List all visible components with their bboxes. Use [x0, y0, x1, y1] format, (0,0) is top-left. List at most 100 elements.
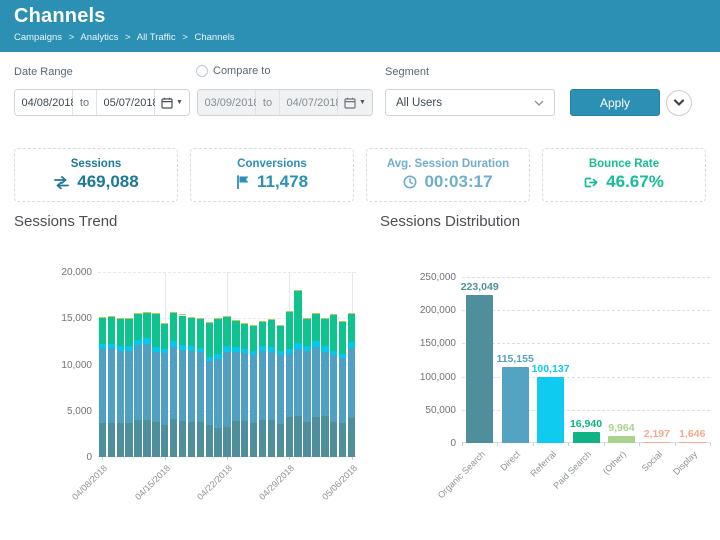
trend-bar-segment[interactable]: [170, 419, 177, 457]
trend-bar-segment[interactable]: [125, 351, 132, 423]
trend-bar-segment[interactable]: [321, 319, 328, 347]
trend-bar-segment[interactable]: [321, 352, 328, 417]
trend-bar-segment[interactable]: [206, 357, 213, 361]
trend-bar-segment[interactable]: [108, 317, 115, 344]
trend-bar-segment[interactable]: [259, 351, 266, 420]
trend-bar-segment[interactable]: [161, 353, 168, 425]
trend-bar-segment[interactable]: [188, 317, 195, 318]
trend-bar-segment[interactable]: [99, 423, 106, 457]
trend-bar-segment[interactable]: [232, 321, 239, 348]
distribution-bar[interactable]: [537, 377, 564, 443]
trend-bar-segment[interactable]: [117, 423, 124, 457]
apply-button[interactable]: Apply: [570, 89, 660, 116]
trend-bar-segment[interactable]: [303, 422, 310, 457]
trend-bar-segment[interactable]: [197, 348, 204, 353]
trend-bar-segment[interactable]: [152, 347, 159, 352]
trend-bar-segment[interactable]: [143, 344, 150, 420]
trend-bar-segment[interactable]: [348, 313, 355, 314]
trend-bar-segment[interactable]: [99, 344, 106, 349]
trend-bar-segment[interactable]: [143, 313, 150, 338]
trend-bar-segment[interactable]: [277, 424, 284, 457]
trend-bar-segment[interactable]: [259, 322, 266, 346]
trend-bar-segment[interactable]: [268, 352, 275, 420]
trend-bar-segment[interactable]: [348, 342, 355, 348]
trend-bar-segment[interactable]: [294, 291, 301, 342]
trend-bar-segment[interactable]: [277, 351, 284, 355]
trend-bar-segment[interactable]: [161, 324, 168, 349]
trend-bar-segment[interactable]: [117, 346, 124, 351]
trend-bar-segment[interactable]: [188, 346, 195, 351]
trend-bar-segment[interactable]: [206, 425, 213, 457]
trend-bar-segment[interactable]: [286, 349, 293, 355]
trend-bar-segment[interactable]: [303, 351, 310, 422]
breadcrumb-all-traffic[interactable]: All Traffic: [137, 32, 176, 43]
breadcrumb-channels[interactable]: Channels: [194, 32, 234, 43]
trend-bar-segment[interactable]: [108, 348, 115, 423]
trend-bar-segment[interactable]: [214, 359, 221, 428]
trend-bar-segment[interactable]: [259, 346, 266, 351]
trend-bar-segment[interactable]: [214, 428, 221, 457]
trend-bar-segment[interactable]: [134, 314, 141, 340]
trend-bar-segment[interactable]: [152, 422, 159, 457]
trend-bar-segment[interactable]: [339, 322, 346, 354]
trend-bar-segment[interactable]: [134, 340, 141, 346]
trend-bar-segment[interactable]: [117, 318, 124, 319]
trend-bar-segment[interactable]: [312, 314, 319, 342]
trend-bar-segment[interactable]: [223, 427, 230, 457]
trend-bar-segment[interactable]: [188, 351, 195, 422]
trend-bar-segment[interactable]: [188, 422, 195, 457]
trend-bar-segment[interactable]: [152, 313, 159, 314]
trend-bar-segment[interactable]: [232, 352, 239, 421]
trend-bar-segment[interactable]: [268, 420, 275, 457]
trend-bar-segment[interactable]: [161, 349, 168, 353]
expand-options-button[interactable]: [666, 90, 692, 116]
trend-bar-segment[interactable]: [223, 317, 230, 347]
trend-bar-segment[interactable]: [312, 347, 319, 417]
trend-bar-segment[interactable]: [241, 323, 248, 324]
date-calendar-button[interactable]: ▼: [155, 90, 189, 115]
trend-bar-segment[interactable]: [152, 352, 159, 422]
trend-bar-segment[interactable]: [241, 349, 248, 353]
trend-bar-segment[interactable]: [241, 353, 248, 421]
trend-bar-segment[interactable]: [170, 347, 177, 419]
trend-bar-segment[interactable]: [250, 423, 257, 457]
trend-bar-segment[interactable]: [214, 319, 221, 355]
trend-bar-segment[interactable]: [241, 421, 248, 457]
trend-bar-segment[interactable]: [277, 326, 284, 351]
trend-bar-segment[interactable]: [125, 318, 132, 319]
trend-bar-segment[interactable]: [125, 423, 132, 457]
trend-bar-segment[interactable]: [303, 318, 310, 319]
trend-bar-segment[interactable]: [303, 346, 310, 351]
trend-bar-segment[interactable]: [206, 322, 213, 323]
trend-bar-segment[interactable]: [268, 320, 275, 347]
trend-bar-segment[interactable]: [312, 417, 319, 457]
trend-bar-segment[interactable]: [108, 344, 115, 349]
trend-bar-segment[interactable]: [286, 311, 293, 312]
trend-bar-segment[interactable]: [232, 421, 239, 457]
distribution-bar[interactable]: [643, 442, 670, 443]
trend-bar-segment[interactable]: [330, 355, 337, 422]
trend-bar-segment[interactable]: [223, 352, 230, 427]
trend-bar-segment[interactable]: [250, 351, 257, 355]
trend-bar-segment[interactable]: [259, 420, 266, 457]
trend-bar-segment[interactable]: [294, 349, 301, 417]
segment-select[interactable]: All Users: [385, 89, 555, 116]
trend-bar-segment[interactable]: [268, 347, 275, 352]
trend-bar-segment[interactable]: [286, 312, 293, 349]
compare-to-checkbox[interactable]: [196, 65, 208, 77]
compare-start-input[interactable]: [198, 90, 256, 115]
trend-bar-segment[interactable]: [294, 290, 301, 291]
trend-bar-segment[interactable]: [108, 423, 115, 457]
distribution-bar[interactable]: [679, 442, 706, 443]
trend-bar-segment[interactable]: [294, 343, 301, 349]
trend-bar-segment[interactable]: [99, 318, 106, 344]
breadcrumb-analytics[interactable]: Analytics: [80, 32, 118, 43]
trend-bar-segment[interactable]: [223, 316, 230, 317]
trend-bar-segment[interactable]: [214, 354, 221, 359]
trend-bar-segment[interactable]: [348, 314, 355, 342]
trend-bar-segment[interactable]: [117, 351, 124, 423]
trend-bar-segment[interactable]: [99, 349, 106, 423]
breadcrumb-campaigns[interactable]: Campaigns: [14, 32, 62, 43]
trend-bar-segment[interactable]: [277, 355, 284, 423]
trend-bar-segment[interactable]: [312, 313, 319, 314]
